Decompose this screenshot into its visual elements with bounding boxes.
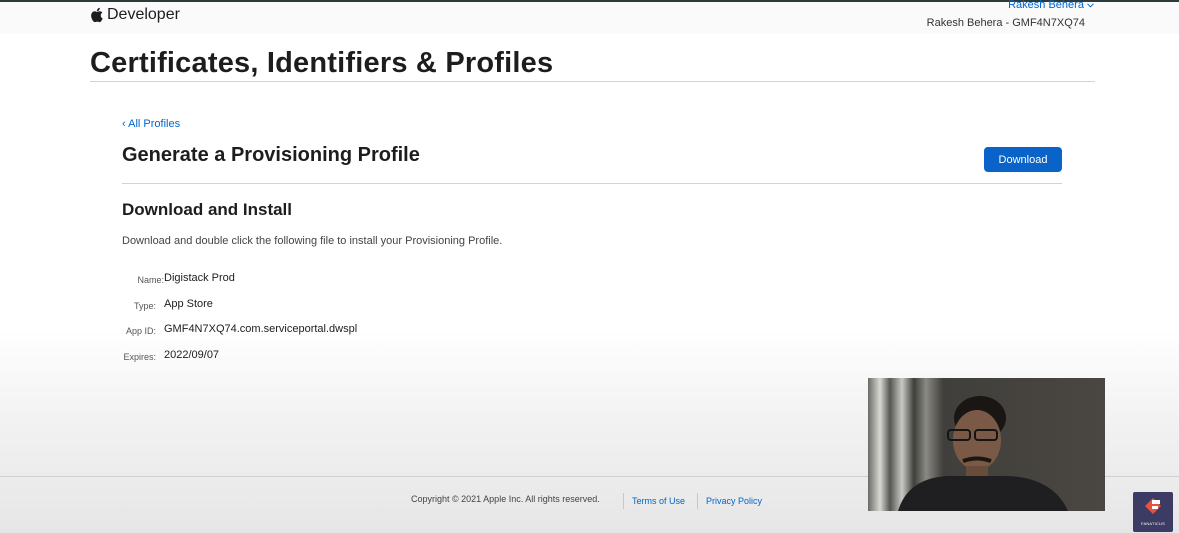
footer-separator (697, 493, 698, 509)
privacy-policy-link[interactable]: Privacy Policy (706, 496, 762, 506)
fanaticus-logo-icon: FANATICUS (1133, 492, 1173, 532)
account-team: Rakesh Behera - GMF4N7XQ74 (926, 17, 1085, 29)
download-button[interactable]: Download (984, 147, 1062, 172)
expires-label: Expires: (123, 352, 156, 363)
webcam-overlay (868, 378, 1105, 511)
page-title: Certificates, Identifiers & Profiles (90, 47, 554, 79)
logo-mark (1145, 498, 1161, 514)
developer-home-link[interactable]: Developer (90, 6, 180, 24)
type-value: App Store (164, 297, 213, 310)
type-label: Type: (133, 300, 156, 311)
webcam-person-image (898, 396, 1068, 511)
logo-text: FANATICUS (1141, 521, 1165, 526)
section-divider (122, 183, 1062, 184)
expires-value: 2022/09/07 (164, 349, 220, 362)
account-menu[interactable]: Rakesh Behera (1008, 0, 1094, 11)
apple-icon (91, 7, 103, 23)
appid-label: App ID: (125, 326, 156, 337)
install-description: Download and double click the following … (122, 235, 503, 247)
terms-of-use-link[interactable]: Terms of Use (632, 496, 685, 506)
copyright-text: Copyright © 2021 Apple Inc. All rights r… (411, 494, 600, 504)
name-label: Name: (137, 275, 164, 285)
brand-label: Developer (107, 6, 180, 23)
title-divider (90, 81, 1095, 82)
name-value: Digistack Prod (164, 272, 235, 284)
appid-value: GMF4N7XQ74.com.serviceportal.dwspl (164, 323, 358, 336)
all-profiles-link[interactable]: ‹ All Profiles (122, 118, 180, 130)
footer-separator (623, 493, 624, 509)
account-name: Rakesh Behera (1008, 0, 1084, 11)
global-nav: Developer Rakesh Behera Rakesh Behera - … (0, 0, 1179, 34)
section-title: Generate a Provisioning Profile (122, 144, 420, 166)
chevron-down-icon (1087, 3, 1094, 8)
download-install-heading: Download and Install (122, 200, 293, 219)
